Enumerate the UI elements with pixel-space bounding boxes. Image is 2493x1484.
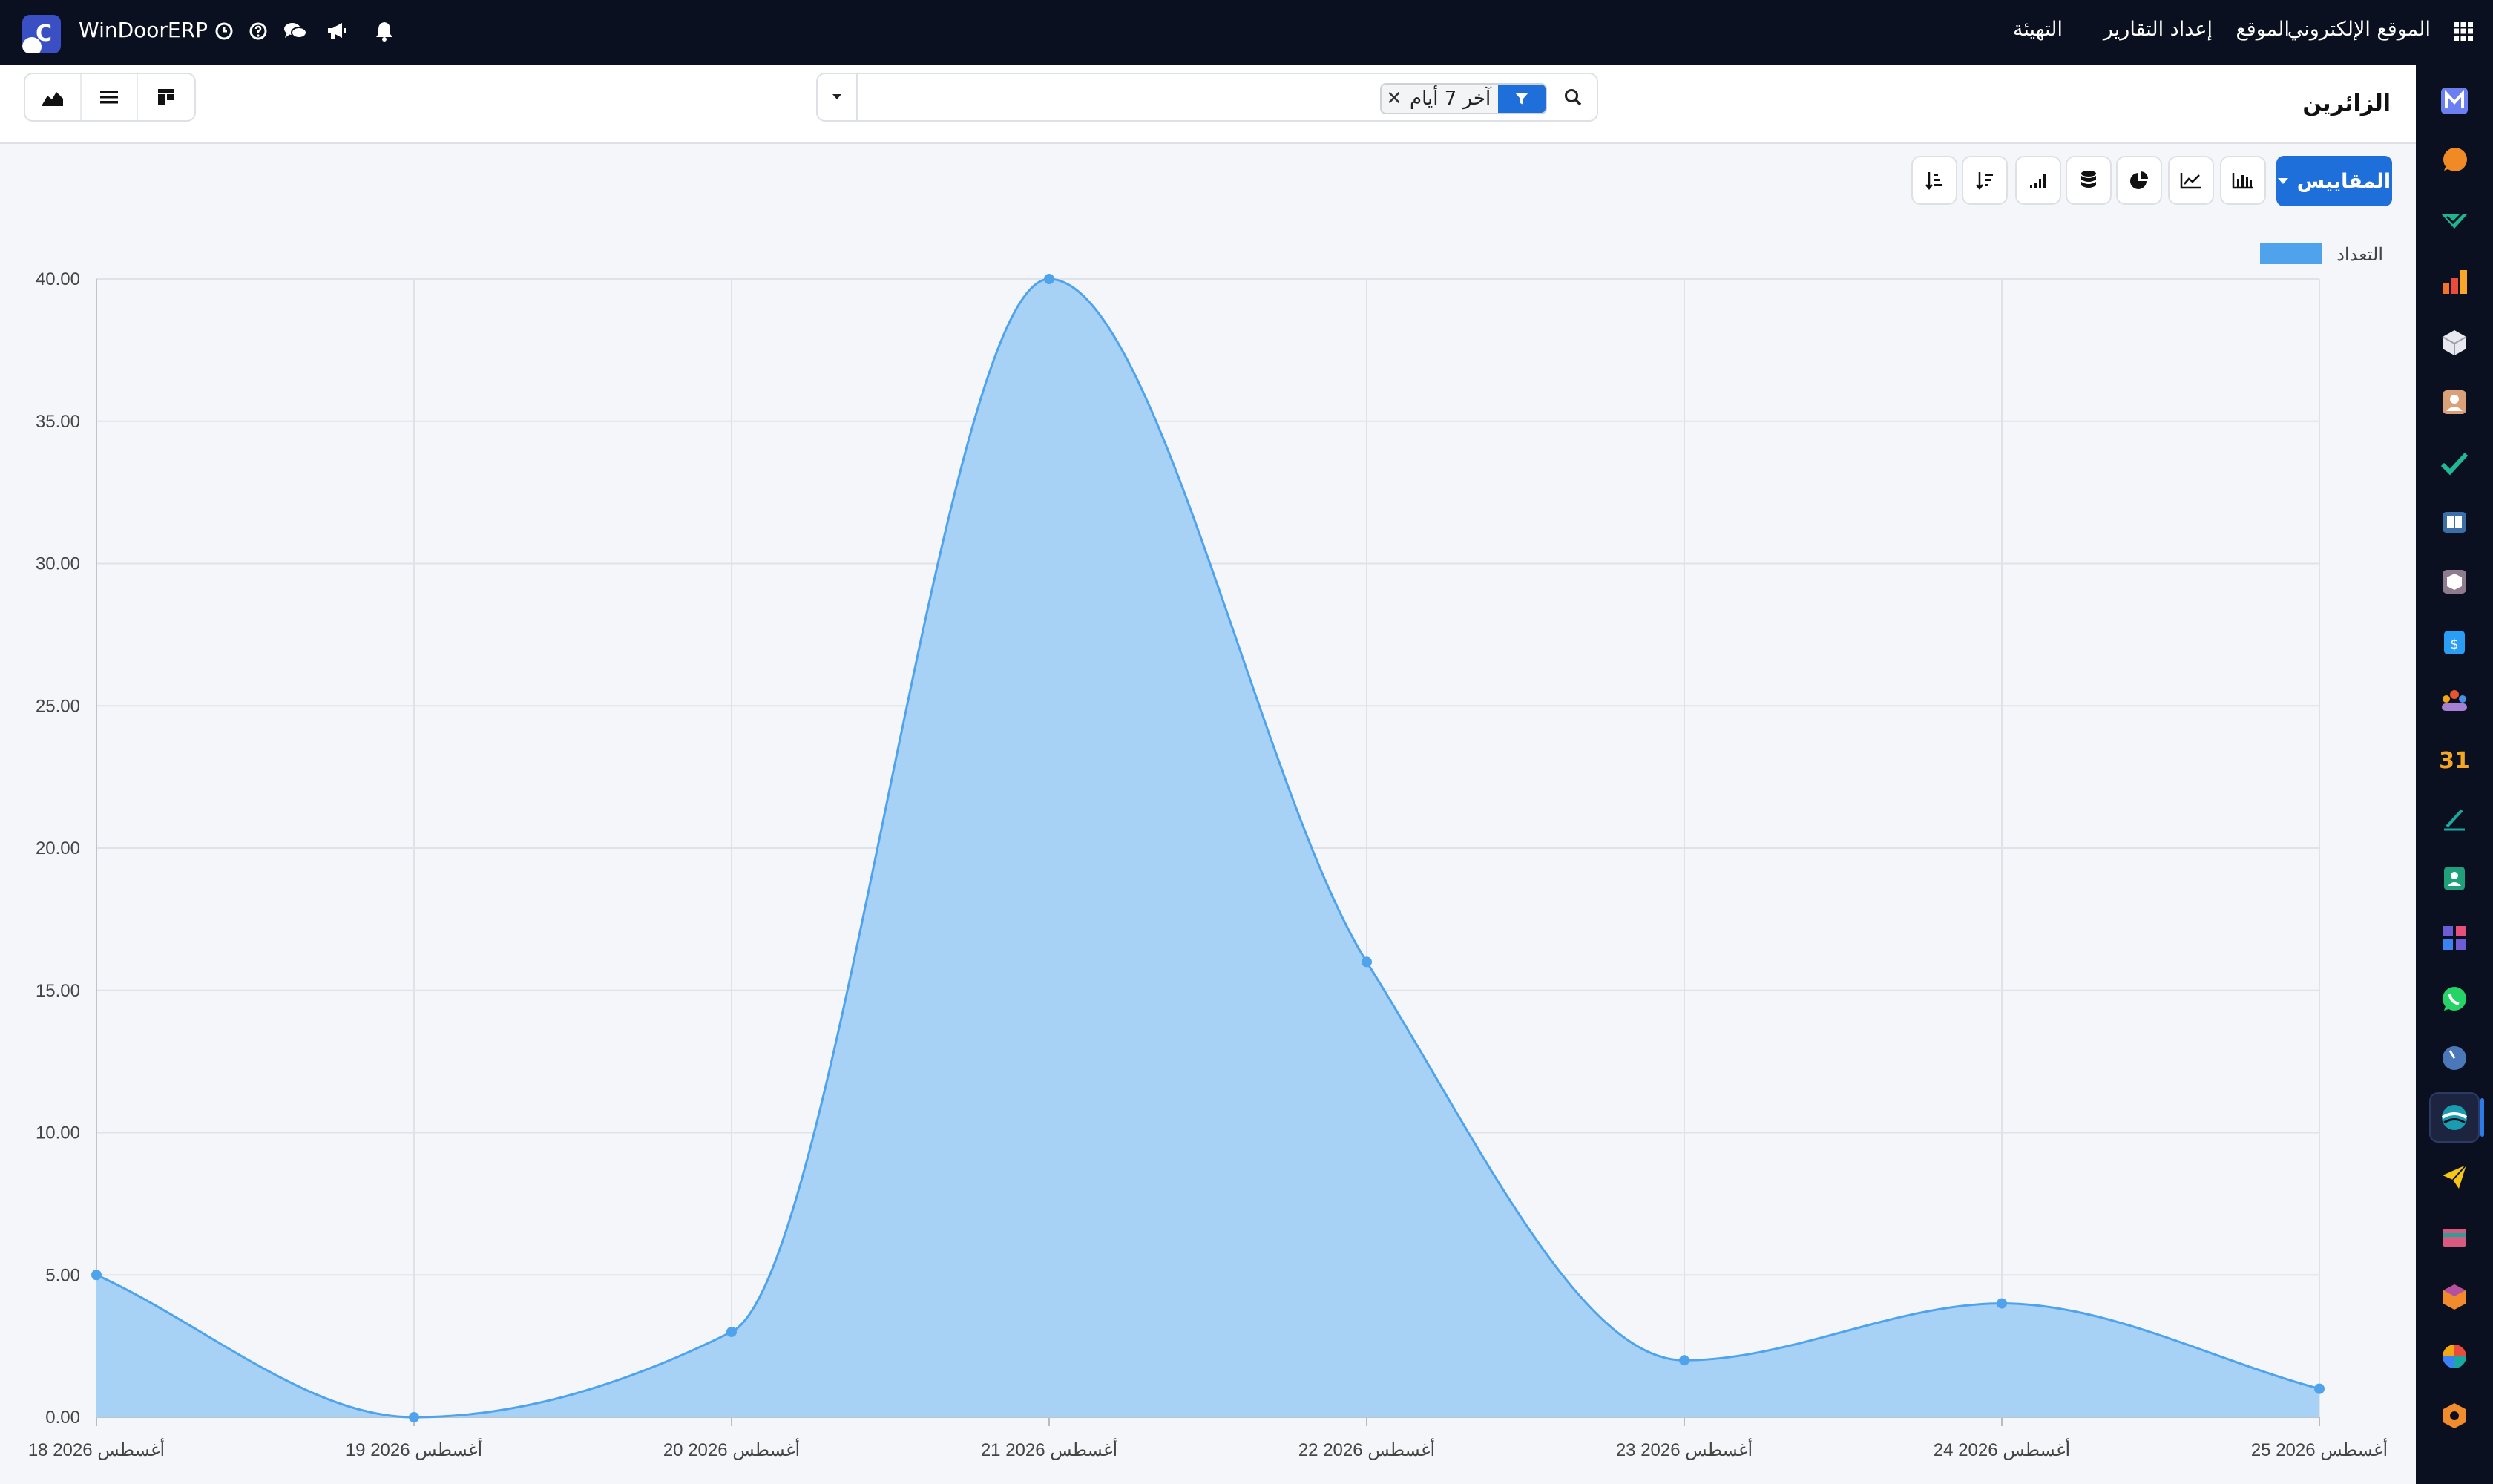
- contacts-icon[interactable]: [2429, 377, 2480, 427]
- y-tick-label: 10.00: [36, 1123, 80, 1143]
- menu-reporting[interactable]: إعداد التقارير: [2103, 18, 2213, 41]
- svg-text:$: $: [2450, 637, 2458, 652]
- y-tick-label: 30.00: [36, 554, 80, 574]
- data-point: [726, 1326, 737, 1337]
- knowledge-icon[interactable]: [2429, 497, 2480, 548]
- x-tick-label: 22 أغسطس 2026: [1298, 1437, 1435, 1460]
- x-tick-label: 21 أغسطس 2026: [981, 1437, 1117, 1460]
- control-panel: ✕ آخر 7 أيام الزائرين: [0, 65, 2416, 144]
- y-tick-label: 15.00: [36, 981, 80, 1001]
- data-point: [2314, 1383, 2325, 1394]
- list-view-button[interactable]: [82, 74, 138, 120]
- menu-site[interactable]: الموقع: [2236, 18, 2290, 41]
- sort-ascending-button[interactable]: [1911, 156, 1957, 205]
- company-logo[interactable]: C: [22, 15, 61, 53]
- x-axis-ticks: 18 أغسطس 2026 19 أغسطس 2026 20 أغسطس 2026 2…: [28, 1437, 2388, 1460]
- settings-icon[interactable]: [2429, 1391, 2480, 1441]
- data-point: [91, 1270, 102, 1281]
- data-point: [1997, 1298, 2007, 1309]
- measures-button[interactable]: المقاييس: [2276, 156, 2392, 206]
- chat-icon[interactable]: [280, 16, 310, 46]
- search-options-toggle[interactable]: [818, 74, 858, 120]
- dashboards-icon[interactable]: [2429, 257, 2480, 307]
- cumulative-button[interactable]: [2015, 156, 2061, 205]
- chart-legend: التعداد: [2260, 243, 2383, 265]
- products-icon[interactable]: [2429, 556, 2480, 607]
- x-tick-label: 24 أغسطس 2026: [1934, 1437, 2070, 1460]
- kanban-view-button[interactable]: [138, 74, 194, 120]
- apps-icon[interactable]: [2429, 913, 2480, 963]
- line-chart-button[interactable]: [2168, 156, 2214, 205]
- payments-icon[interactable]: [2429, 1212, 2480, 1263]
- app-sidebar: $ 31: [2416, 65, 2493, 1484]
- x-tick-label: 20 أغسطس 2026: [663, 1437, 800, 1460]
- inventory-icon[interactable]: [2429, 318, 2480, 368]
- top-navbar: C WinDoorERP التهيئة إعداد التقارير المو…: [0, 0, 2493, 65]
- data-point: [1362, 956, 1372, 968]
- caret-down-icon: [2277, 178, 2288, 184]
- directory-icon[interactable]: [2429, 853, 2480, 904]
- sign-icon[interactable]: [2429, 794, 2480, 844]
- data-point: [1044, 274, 1054, 284]
- odoo-icon[interactable]: [2429, 1272, 2480, 1322]
- company-name[interactable]: WinDoorERP: [79, 18, 208, 42]
- employees-icon[interactable]: [2429, 675, 2480, 726]
- clock-icon[interactable]: [209, 16, 239, 46]
- svg-text:31: 31: [2440, 748, 2469, 774]
- search-input[interactable]: [864, 83, 1442, 111]
- data-point: [1679, 1355, 1689, 1366]
- y-tick-label: 5.00: [45, 1265, 80, 1285]
- search-panel: ✕ آخر 7 أيام: [816, 73, 1598, 122]
- filter-icon: [1498, 85, 1546, 113]
- page-title: الزائرين: [2302, 91, 2391, 116]
- help-icon[interactable]: [243, 16, 273, 46]
- timer-icon[interactable]: [2429, 1033, 2480, 1083]
- discuss-icon[interactable]: [2429, 135, 2480, 186]
- email-marketing-icon[interactable]: [2429, 1152, 2480, 1202]
- approvals-icon[interactable]: [2429, 196, 2480, 246]
- measures-label: المقاييس: [2296, 169, 2391, 193]
- x-tick-label: 25 أغسطس 2026: [2251, 1437, 2388, 1460]
- x-tick-label: 23 أغسطس 2026: [1616, 1437, 1753, 1460]
- y-tick-label: 25.00: [36, 696, 80, 716]
- whatsapp-icon[interactable]: [2429, 974, 2480, 1024]
- legend-label: التعداد: [2336, 245, 2383, 265]
- legend-swatch: [2260, 243, 2322, 264]
- pie-icon[interactable]: [2429, 1331, 2480, 1382]
- view-switcher: [24, 73, 196, 122]
- apps-grid-icon[interactable]: [2448, 16, 2478, 46]
- invoicing-icon[interactable]: $: [2429, 617, 2480, 668]
- stacked-button[interactable]: [2066, 156, 2112, 205]
- website-icon[interactable]: [2429, 1092, 2484, 1143]
- menu-settings[interactable]: التهيئة: [2013, 18, 2063, 41]
- m-app-icon[interactable]: [2429, 76, 2480, 126]
- todo-icon[interactable]: [2429, 438, 2480, 488]
- search-button[interactable]: [1554, 79, 1592, 116]
- calendar-icon[interactable]: 31: [2429, 735, 2480, 785]
- area-chart: 0.00 5.00 10.00 15.00 20.00 25.00 30.00 35.00 40…: [28, 243, 2388, 1460]
- pie-chart-button[interactable]: [2116, 156, 2162, 205]
- data-point: [409, 1412, 419, 1422]
- menu-website[interactable]: الموقع الإلكتروني: [2287, 18, 2431, 41]
- sort-descending-button[interactable]: [1962, 156, 2008, 205]
- y-tick-label: 35.00: [36, 412, 80, 432]
- y-tick-label: 40.00: [36, 269, 80, 289]
- y-axis-ticks: 0.00 5.00 10.00 15.00 20.00 25.00 30.00 35.00 40…: [36, 269, 80, 1428]
- search-facet: ✕ آخر 7 أيام: [1380, 83, 1548, 114]
- y-tick-label: 0.00: [45, 1408, 80, 1428]
- remove-facet-icon[interactable]: ✕: [1382, 85, 1407, 113]
- x-tick-label: 19 أغسطس 2026: [346, 1437, 482, 1460]
- y-tick-label: 20.00: [36, 838, 80, 858]
- facet-label: آخر 7 أيام: [1410, 88, 1491, 110]
- bar-chart-button[interactable]: [2220, 156, 2266, 205]
- announcement-icon[interactable]: [322, 16, 352, 46]
- graph-view-button[interactable]: [25, 74, 82, 120]
- x-tick-label: 18 أغسطس 2026: [28, 1437, 165, 1460]
- bell-icon[interactable]: [369, 16, 399, 46]
